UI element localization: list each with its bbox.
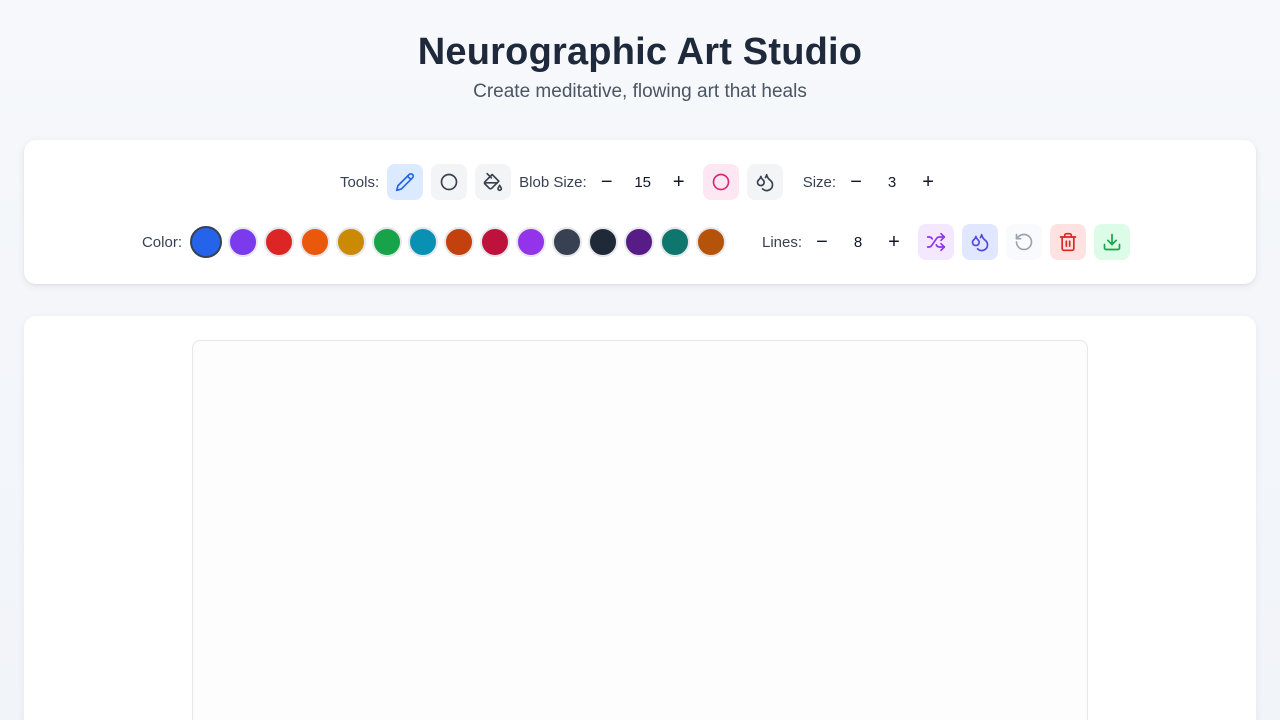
color-swatch[interactable]	[189, 226, 222, 258]
trash-icon	[1059, 232, 1077, 252]
toolbar-row-colors: Color: Lines: − 8 +	[24, 223, 1256, 261]
circle-icon	[712, 173, 730, 191]
clear-button[interactable]	[1050, 224, 1087, 260]
pencil-tool-button[interactable]	[387, 164, 424, 200]
blob-size-value: 15	[634, 173, 652, 191]
drawing-canvas[interactable]	[192, 340, 1088, 720]
color-palette	[189, 226, 732, 258]
toolbar-row-tools: Tools: Blob Size: − 15 + Size: − 3 +	[24, 163, 1256, 201]
color-label: Color:	[141, 233, 182, 251]
blob-size-increase-button[interactable]: +	[667, 170, 691, 194]
download-button[interactable]	[1094, 224, 1131, 260]
droplets-icon	[756, 173, 774, 192]
size-decrease-button[interactable]: −	[844, 170, 868, 194]
toolbar: Tools: Blob Size: − 15 + Size: − 3 + Col…	[24, 140, 1256, 284]
canvas-card	[24, 316, 1256, 720]
shuffle-icon	[926, 232, 946, 252]
fill-tool-button[interactable]	[475, 164, 512, 200]
droplets-button[interactable]	[962, 224, 999, 260]
lines-increase-button[interactable]: +	[882, 230, 906, 254]
lines-label: Lines:	[761, 233, 803, 251]
pencil-icon	[395, 173, 415, 192]
circle-tool-button[interactable]	[431, 164, 468, 200]
droplets-icon	[971, 233, 989, 252]
blob-size-label: Blob Size:	[519, 173, 587, 191]
color-swatch[interactable]	[659, 227, 690, 257]
color-swatch[interactable]	[551, 227, 582, 257]
color-swatch[interactable]	[515, 227, 546, 257]
color-swatch[interactable]	[299, 227, 330, 257]
header: Neurographic Art Studio Create meditativ…	[0, 0, 1280, 104]
page-subtitle: Create meditative, flowing art that heal…	[473, 81, 807, 102]
lines-stepper: − 8 +	[810, 230, 906, 254]
color-swatch[interactable]	[335, 227, 366, 257]
blob-circle-button[interactable]	[702, 164, 739, 200]
download-icon	[1103, 233, 1121, 251]
circle-icon	[440, 173, 458, 191]
page-title: Neurographic Art Studio	[417, 31, 863, 73]
color-swatch[interactable]	[623, 227, 654, 257]
lines-value: 8	[853, 233, 863, 251]
color-swatch[interactable]	[479, 227, 510, 257]
blob-size-stepper: − 15 +	[595, 170, 691, 194]
color-swatch[interactable]	[263, 227, 294, 257]
color-swatch[interactable]	[227, 227, 258, 257]
size-increase-button[interactable]: +	[916, 170, 940, 194]
size-stepper: − 3 +	[844, 170, 940, 194]
shuffle-button[interactable]	[918, 224, 955, 260]
size-label: Size:	[802, 173, 837, 191]
lines-decrease-button[interactable]: −	[810, 230, 834, 254]
color-swatch[interactable]	[695, 227, 726, 257]
undo-icon	[1015, 233, 1033, 251]
color-swatch[interactable]	[443, 227, 474, 257]
blob-size-decrease-button[interactable]: −	[595, 170, 619, 194]
color-swatch[interactable]	[407, 227, 438, 257]
blob-droplets-button[interactable]	[746, 164, 783, 200]
color-swatch[interactable]	[587, 227, 618, 257]
size-value: 3	[887, 173, 897, 191]
undo-button[interactable]	[1006, 224, 1043, 260]
tools-label: Tools:	[339, 173, 380, 191]
color-swatch[interactable]	[371, 227, 402, 257]
paint-bucket-icon	[483, 172, 503, 192]
